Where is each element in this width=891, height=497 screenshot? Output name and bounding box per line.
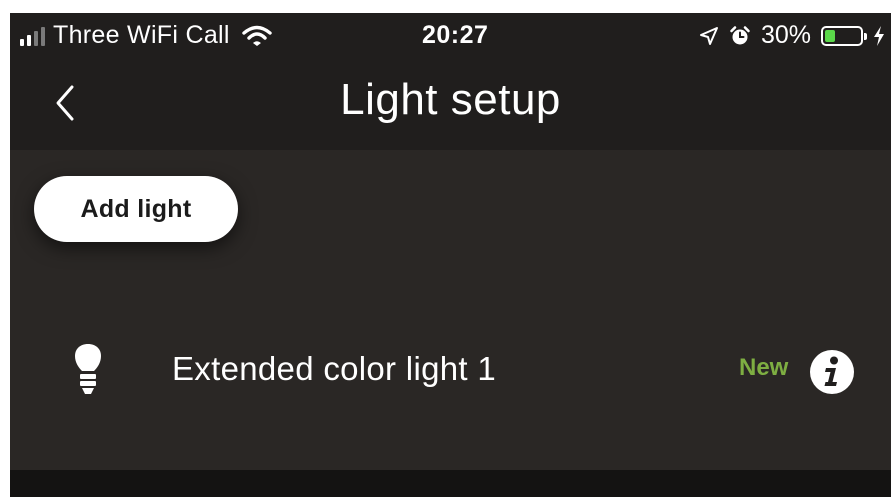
light-name: Extended color light 1 bbox=[172, 350, 496, 387]
signal-icon bbox=[20, 26, 45, 46]
charging-bolt-icon bbox=[874, 25, 884, 46]
bottom-edge bbox=[10, 470, 891, 497]
phone-screen: Three WiFi Call 20:27 30% Light setup Ad… bbox=[10, 13, 891, 497]
add-light-button[interactable]: Add light bbox=[34, 176, 238, 242]
status-time: 20:27 bbox=[422, 21, 489, 49]
info-icon[interactable] bbox=[809, 349, 855, 395]
light-setup-content: Add light Extended color light 1 New bbox=[10, 150, 891, 470]
status-bar-left: Three WiFi Call bbox=[20, 21, 272, 50]
alarm-icon bbox=[730, 25, 750, 44]
wifi-icon bbox=[242, 25, 272, 46]
nav-bar: Light setup bbox=[10, 57, 891, 150]
carrier-name: Three WiFi Call bbox=[53, 21, 230, 49]
page-title: Light setup bbox=[340, 75, 561, 124]
bulb-icon bbox=[75, 344, 101, 394]
new-badge: New bbox=[739, 354, 789, 381]
location-arrow-icon bbox=[699, 26, 718, 45]
battery-percent: 30% bbox=[760, 21, 811, 49]
status-bar: Three WiFi Call 20:27 30% bbox=[10, 13, 891, 57]
battery-icon bbox=[821, 25, 867, 46]
status-bar-right: 30% bbox=[699, 21, 885, 50]
light-list-item[interactable]: Extended color light 1 New bbox=[10, 300, 891, 470]
